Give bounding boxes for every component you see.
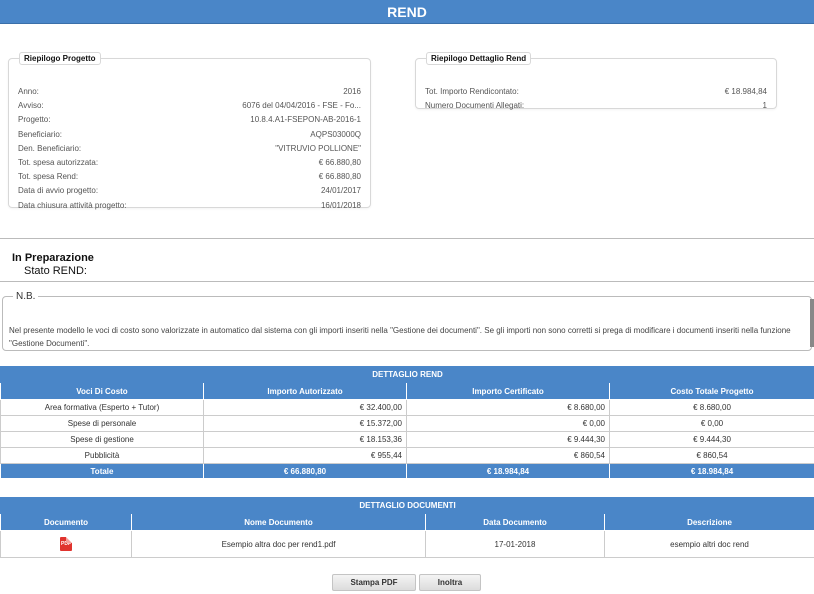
info-value: € 18.984,84 (724, 87, 767, 96)
dettaglio-rend-caption: DETTAGLIO REND (0, 366, 814, 383)
pdf-icon[interactable]: PDF (60, 537, 72, 551)
table-cell: Spese di personale (0, 415, 204, 432)
info-value: 24/01/2017 (320, 186, 361, 196)
info-label: Data di avvio progetto: (18, 186, 99, 196)
info-value: "VITRUVIO POLLIONE" (275, 143, 361, 153)
column-header: Importo Certificato (406, 382, 610, 400)
riepilogo-progetto-panel: Riepilogo Progetto Anno: 2016 Avviso: 6076… (8, 52, 371, 210)
info-label: Progetto: (18, 115, 51, 125)
info-row-data-chiusura: Data chiusura attività progetto: 16/01/20… (9, 199, 370, 213)
info-value: € 66.880,80 (318, 172, 361, 182)
column-header: Voci Di Costo (0, 382, 204, 400)
table-cell: € 860,54 (406, 447, 610, 464)
info-value: € 66.880,80 (318, 157, 361, 167)
table-cell: Area formativa (Esperto + Tutor) (0, 399, 204, 416)
info-row-numero-documenti: Numero Documenti Allegati: 1 (416, 99, 776, 113)
info-row-beneficiario: Beneficiario: AQPS03000Q (9, 128, 370, 142)
info-label: Tot. Importo Rendicontato: (425, 87, 519, 96)
column-header: Descrizione (603, 513, 814, 531)
riepilogo-rend-legend: Riepilogo Dettaglio Rend (426, 52, 532, 65)
table-cell: € 0,00 (608, 415, 814, 432)
inoltra-rend-button[interactable]: Inoltra Rend (419, 574, 481, 594)
table-cell: € 9.444,30 (608, 431, 814, 448)
table-row: Spese di gestione € 18.153,36 € 9.444,30… (0, 431, 814, 448)
table-cell: € 15.372,00 (203, 415, 407, 432)
document-icon-cell: PDF (0, 530, 132, 558)
dettaglio-documenti-caption: DETTAGLIO DOCUMENTI (0, 497, 814, 514)
info-row-importo-rendicontato: Tot. Importo Rendicontato: € 18.984,84 (416, 85, 776, 99)
info-label: Beneficiario: (18, 129, 63, 139)
column-header: Importo Autorizzato (203, 382, 407, 400)
total-cell: € 66.880,80 (203, 463, 407, 479)
stampa-pdf-rend-button[interactable]: Stampa PDF Rend (332, 574, 416, 594)
table-cell: € 955,44 (203, 447, 407, 464)
info-value: 6076 del 04/04/2016 - FSE - Fo... (242, 101, 361, 111)
total-row: Totale € 66.880,80 € 18.984,84 € 18.984,… (0, 463, 814, 479)
stato-label: Stato REND: (24, 265, 87, 277)
dettaglio-rend-table: DETTAGLIO REND Voci Di Costo Importo Aut… (0, 366, 814, 479)
riepilogo-progetto-legend: Riepilogo Progetto (19, 52, 101, 65)
table-cell: € 9.444,30 (406, 431, 610, 448)
table-cell: € 8.680,00 (608, 399, 814, 416)
column-header: Documento (0, 513, 132, 531)
info-row-den-beneficiario: Den. Beneficiario: "VITRUVIO POLLIONE" (9, 142, 370, 156)
nb-text: Nel presente modello le voci di costo so… (9, 326, 791, 348)
table-cell: Pubblicità (0, 447, 204, 464)
stato-value: In Preparazione (12, 252, 94, 264)
total-cell: € 18.984,84 (608, 463, 814, 479)
column-header: Data Documento (425, 513, 605, 531)
table-cell: Spese di gestione (0, 431, 204, 448)
title-bar: REND (0, 0, 814, 24)
table-cell: € 8.680,00 (406, 399, 610, 416)
info-value: 2016 (343, 87, 361, 96)
info-value: AQPS03000Q (310, 129, 361, 139)
stato-rend-panel: Stato REND: In Preparazione (0, 238, 814, 282)
stato-rend-text: Stato REND: In Preparazione (12, 252, 94, 277)
document-name: Esempio altra doc per rend1.pdf (131, 530, 426, 558)
info-value: 16/01/2018 (320, 200, 361, 210)
total-cell: € 18.984,84 (406, 463, 610, 479)
document-date: 17-01-2018 (425, 530, 605, 558)
table-row: PDF Esempio altra doc per rend1.pdf 17-0… (0, 530, 814, 558)
riepilogo-rend-panel: Riepilogo Dettaglio Rend Tot. Importo Re… (415, 52, 777, 110)
table-cell: € 0,00 (406, 415, 610, 432)
info-row-avviso: Avviso: 6076 del 04/04/2016 - FSE - Fo... (9, 99, 370, 113)
table-cell: € 860,54 (608, 447, 814, 464)
info-row-anno: Anno: 2016 (9, 85, 370, 99)
info-value: 10.8.4.A1-FSEPON-AB-2016-1 (250, 115, 361, 125)
table-row: Spese di personale € 15.372,00 € 0,00 € … (0, 415, 814, 432)
info-label: Data chiusura attività progetto: (18, 200, 127, 210)
info-row-spesa-rend: Tot. spesa Rend: € 66.880,80 (9, 170, 370, 184)
column-header: Costo Totale Progetto (608, 382, 814, 400)
total-cell: Totale (0, 463, 204, 479)
nb-legend: N.B. (16, 291, 36, 302)
info-label: Den. Beneficiario: (18, 143, 82, 153)
column-header: Nome Documento (131, 513, 426, 531)
info-label: Tot. spesa Rend: (18, 172, 79, 182)
page-title: REND (387, 4, 427, 20)
info-row-spesa-autorizzata: Tot. spesa autorizzata: € 66.880,80 (9, 156, 370, 170)
info-row-data-avvio: Data di avvio progetto: 24/01/2017 (9, 184, 370, 198)
info-label: Avviso: (18, 101, 44, 111)
info-label: Tot. spesa autorizzata: (18, 157, 99, 167)
document-description: esempio altri doc rend (603, 530, 814, 558)
table-row: Area formativa (Esperto + Tutor) € 32.40… (0, 399, 814, 416)
info-label: Numero Documenti Allegati: (425, 101, 525, 111)
info-label: Anno: (18, 87, 39, 96)
nb-scrollbar[interactable] (810, 299, 814, 347)
table-cell: € 18.153,36 (203, 431, 407, 448)
nb-panel: N.B. Nel presente modello le voci di cos… (2, 291, 812, 351)
info-row-progetto: Progetto: 10.8.4.A1-FSEPON-AB-2016-1 (9, 113, 370, 127)
dettaglio-documenti-table: DETTAGLIO DOCUMENTI Documento Nome Docum… (0, 497, 814, 558)
table-cell: € 32.400,00 (203, 399, 407, 416)
table-row: Pubblicità € 955,44 € 860,54 € 860,54 (0, 447, 814, 464)
info-value: 1 (762, 101, 767, 111)
